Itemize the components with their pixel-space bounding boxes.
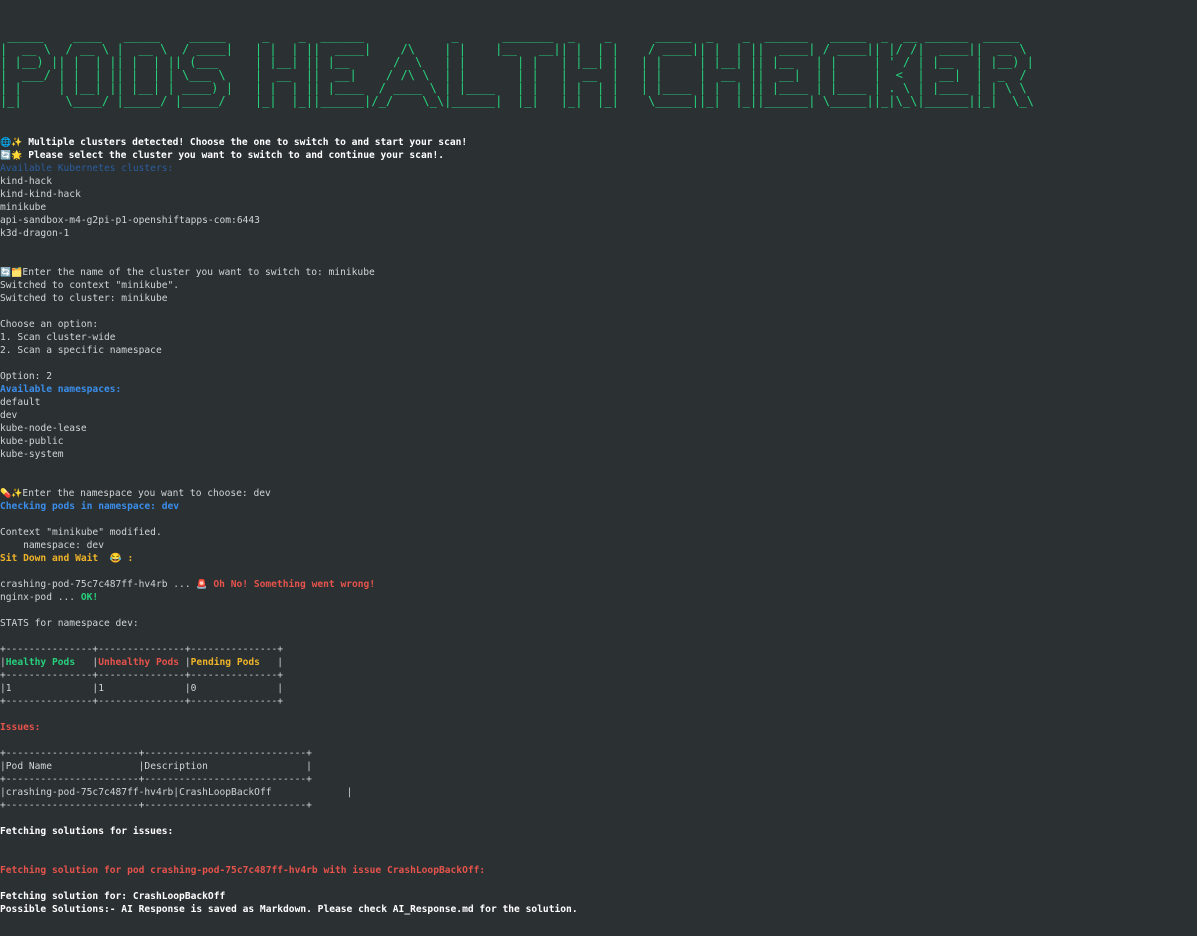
namespace-prompt: 💊✨Enter the namespace you want to choose… [0, 488, 271, 499]
switched-context-line: Switched to context "minikube". [0, 280, 180, 291]
cluster-item: kind-hack [0, 176, 52, 187]
context-modified-line: Context "minikube" modified. [0, 527, 162, 538]
pod-name-header: Pod Name [5, 761, 52, 772]
fetching-solutions-line: Fetching solutions for issues: [0, 826, 174, 837]
available-namespaces-label: Available namespaces: [0, 384, 122, 395]
stats-table-border: +---------------+---------------+-------… [0, 644, 284, 655]
stats-table-border: +---------------+---------------+-------… [0, 670, 284, 681]
namespace-item: default [0, 397, 41, 408]
refresh-folder-icon: 🔄🗂️ [0, 268, 23, 278]
siren-icon: 🚨 [196, 580, 208, 590]
healthy-count: 1 [5, 683, 12, 694]
refresh-star-icon: 🔄🌟 [0, 151, 23, 161]
stats-table-border: +---------------+---------------+-------… [0, 696, 284, 707]
issue-description: CrashLoopBackOff [179, 787, 272, 798]
option-1: 1. Scan cluster-wide [0, 332, 116, 343]
namespace-item: kube-node-lease [0, 423, 87, 434]
chosen-option: Option: 2 [0, 371, 52, 382]
pending-count: 0 [190, 683, 197, 694]
select-cluster-line: 🔄🌟 Please select the cluster you want to… [0, 150, 445, 161]
switched-cluster-line: Switched to cluster: minikube [0, 293, 168, 304]
cluster-item: k3d-dragon-1 [0, 228, 70, 239]
pill-sparkle-icon: 💊✨ [0, 489, 23, 499]
ascii-banner: _____ ____ _____ _____ _ _ ______ _ ____… [0, 29, 1034, 108]
issues-table-border: +-----------------------+---------------… [0, 774, 312, 785]
cluster-item: minikube [0, 202, 47, 213]
cluster-item: kind-kind-hack [0, 189, 81, 200]
issues-label: Issues: [0, 722, 41, 733]
namespace-item: kube-system [0, 449, 64, 460]
switch-cluster-prompt: 🔄🗂️Enter the name of the cluster you wan… [0, 267, 375, 278]
pod-name: nginx-pod ... [0, 592, 81, 603]
pod-status-row: nginx-pod ... OK! [0, 591, 578, 604]
namespace-item: dev [0, 410, 18, 421]
namespace-dev-line: namespace: dev [0, 540, 104, 551]
namespace-item: kube-public [0, 436, 64, 447]
cluster-item: api-sandbox-m4-g2pi-p1-openshiftapps-com… [0, 215, 260, 226]
stats-table-header: |Healthy Pods |Unhealthy Pods |Pending P… [0, 657, 284, 668]
pod-status: Oh No! Something went wrong! [207, 579, 376, 590]
description-header: Description [144, 761, 208, 772]
healthy-pods-header: Healthy Pods [5, 657, 76, 668]
issues-table-border: +-----------------------+---------------… [0, 800, 312, 811]
multiple-clusters-line: 🌐✨ Multiple clusters detected! Choose th… [0, 137, 468, 148]
pod-status-row: crashing-pod-75c7c487ff-hv4rb ... 🚨 Oh N… [0, 578, 578, 591]
globe-sparkle-icon: 🌐✨ [0, 138, 23, 148]
unhealthy-count: 1 [98, 683, 104, 694]
pod-status: OK! [80, 592, 99, 603]
options-header: Choose an option: [0, 319, 99, 330]
issues-table-header: |Pod Name |Description | [0, 761, 312, 772]
stats-title: STATS for namespace dev: [0, 618, 139, 629]
option-2: 2. Scan a specific namespace [0, 345, 162, 356]
sit-down-wait-line: Sit Down and Wait 😂 : [0, 553, 134, 564]
unhealthy-pods-header: Unhealthy Pods [98, 657, 180, 668]
available-clusters-label: Available Kubernetes clusters: [0, 163, 174, 174]
possible-solutions-line: Possible Solutions:- AI Response is save… [0, 904, 578, 915]
fetching-solution-for-line: Fetching solution for: CrashLoopBackOff [0, 891, 226, 902]
issue-pod-name: crashing-pod-75c7c487ff-hv4rb [5, 787, 174, 798]
stats-table-values: |1 |1 |0 | [0, 683, 284, 694]
issues-table-border: +-----------------------+---------------… [0, 748, 312, 759]
pod-name: crashing-pod-75c7c487ff-hv4rb ... [0, 579, 197, 590]
terminal-window: _____ ____ _____ _____ _ _ ______ _ ____… [0, 0, 1197, 936]
checking-pods-line: Checking pods in namespace: dev [0, 501, 180, 512]
terminal-output: 🌐✨ Multiple clusters detected! Choose th… [0, 136, 578, 916]
pending-pods-header: Pending Pods [190, 657, 260, 668]
issues-table-row: |crashing-pod-75c7c487ff-hv4rb|CrashLoop… [0, 787, 353, 798]
fetching-solution-pod-line: Fetching solution for pod crashing-pod-7… [0, 865, 486, 876]
